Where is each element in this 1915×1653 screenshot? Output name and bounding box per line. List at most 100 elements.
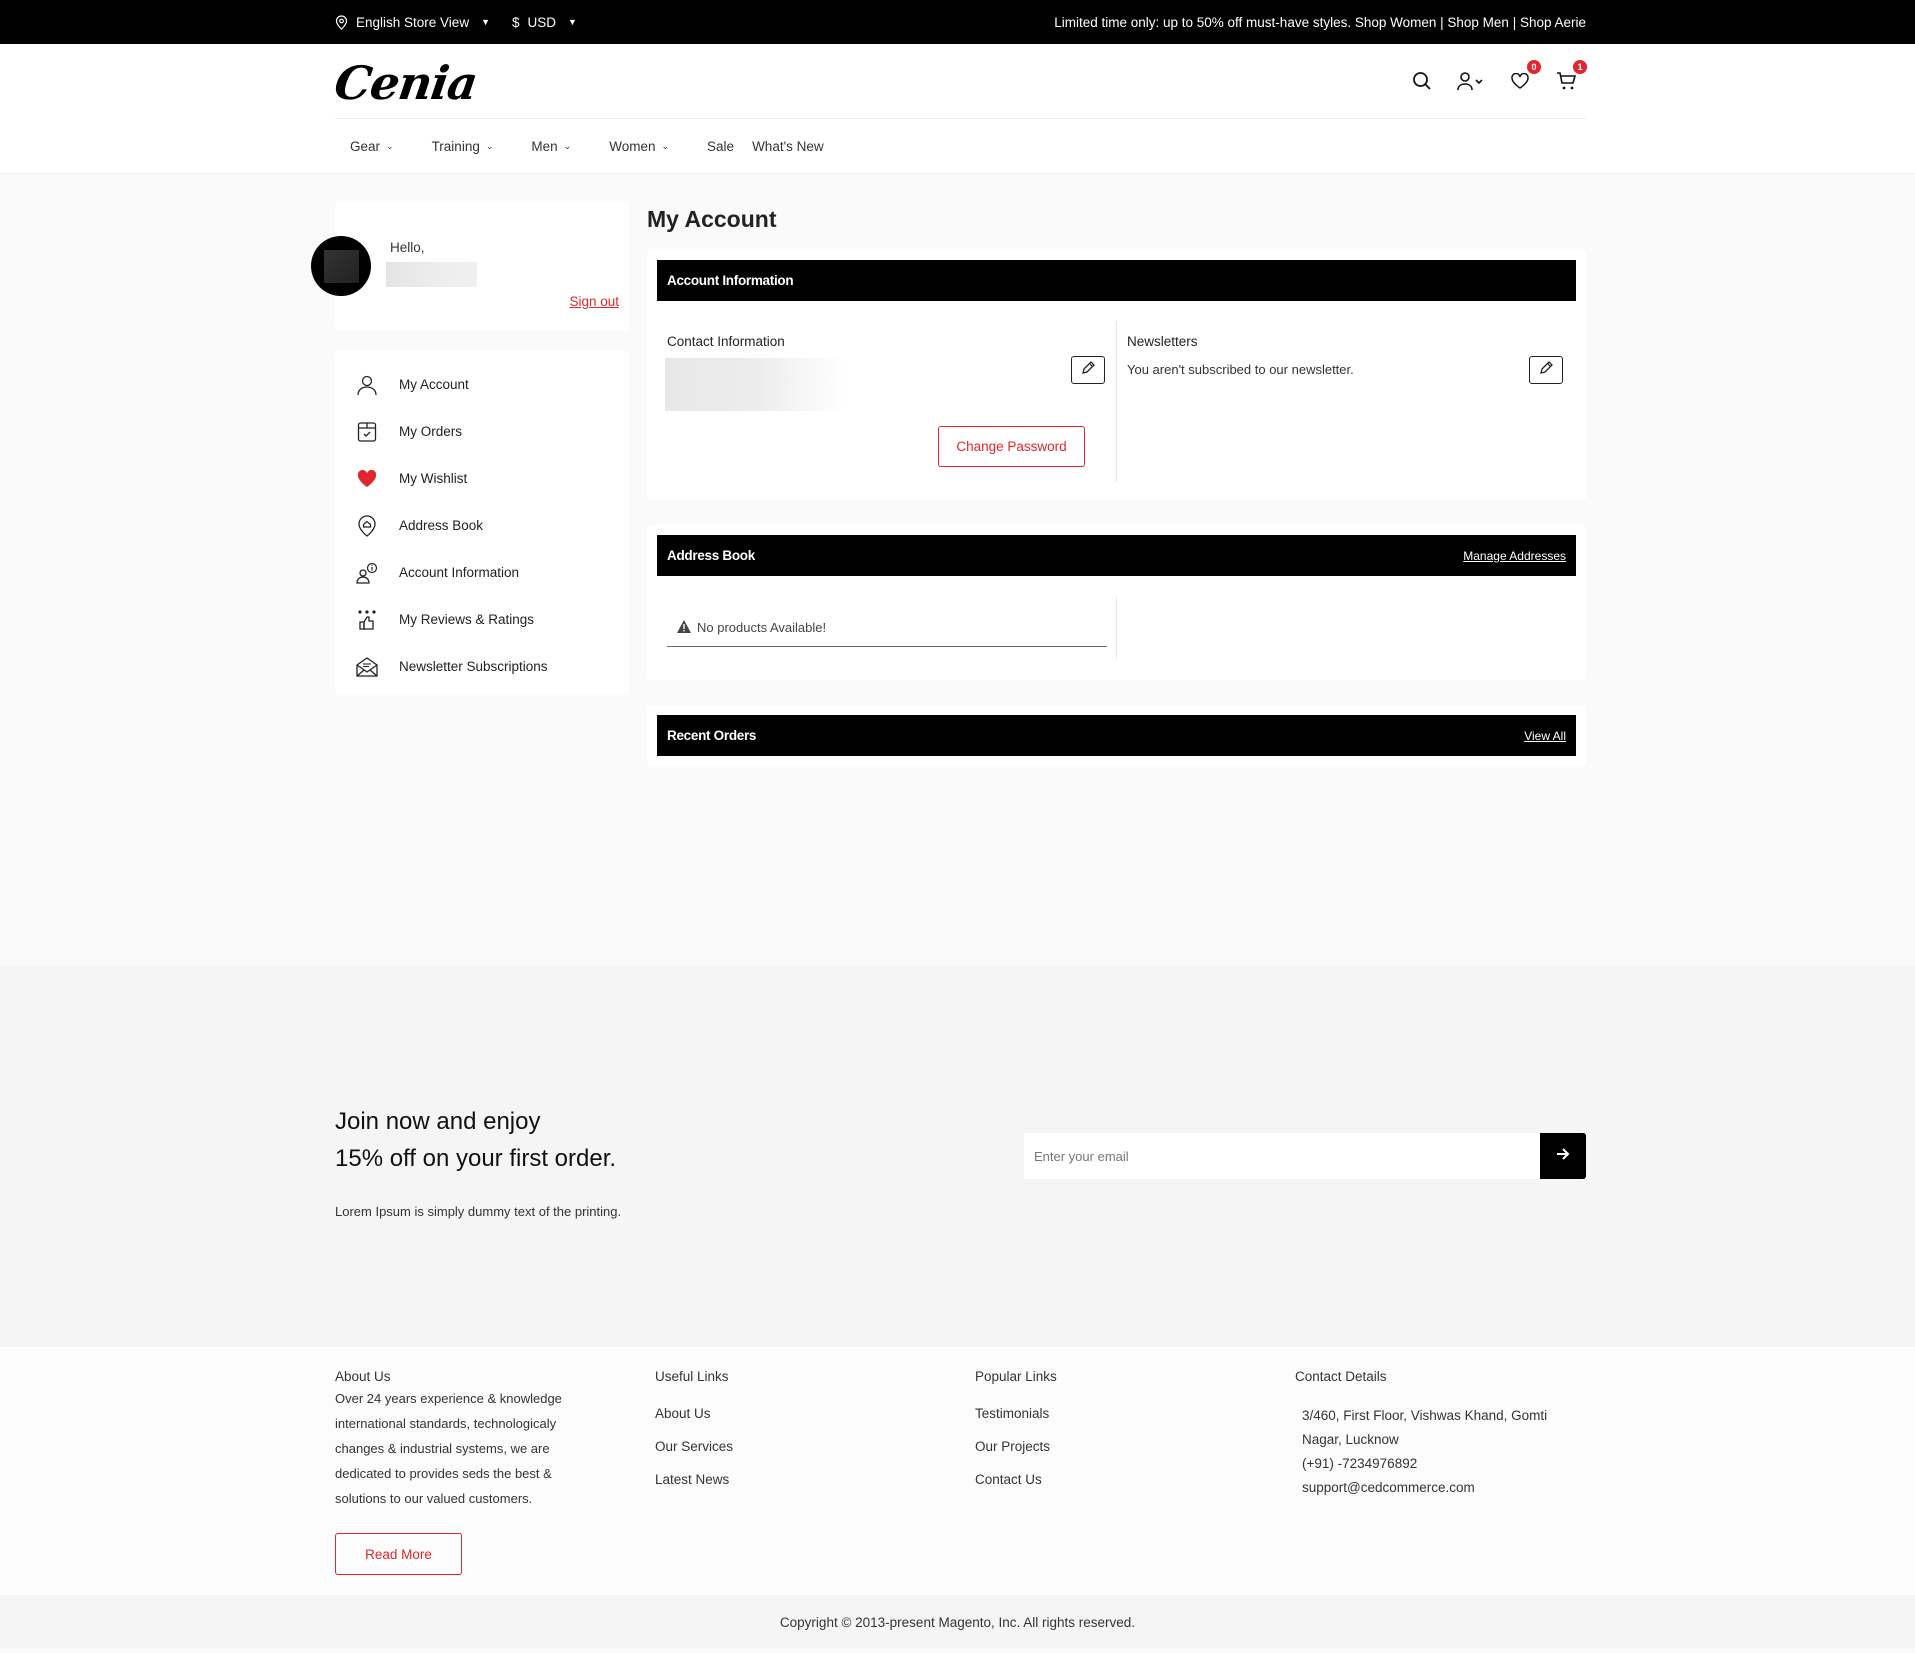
user-name-redacted	[386, 262, 477, 287]
contact-email[interactable]: support@cedcommerce.com	[1302, 1476, 1555, 1500]
nav-item-sale[interactable]: Sale	[707, 139, 734, 154]
contact-details-redacted	[665, 358, 845, 411]
cart-count-badge: 1	[1573, 60, 1587, 74]
nav-item-training[interactable]: Training ⌄	[432, 139, 494, 154]
sidebar-item-my-account[interactable]: My Account	[335, 361, 629, 408]
footer-popular-links: Popular Links Testimonials Our Projects …	[975, 1369, 1057, 1505]
nav-item-men[interactable]: Men ⌄	[531, 139, 571, 154]
store-view-label: English Store View	[356, 14, 470, 30]
sidebar-item-label: My Account	[399, 377, 469, 392]
newsletter-section: Join now and enjoy 15% off on your first…	[0, 966, 1915, 1347]
greeting: Hello,	[390, 240, 425, 255]
newsletter-title-line: Join now and enjoy	[335, 1108, 541, 1135]
footer-heading: Popular Links	[975, 1369, 1057, 1384]
address-book-card: Address Book Manage Addresses No product…	[647, 525, 1586, 680]
promo-text[interactable]: Limited time only: up to 50% off must-ha…	[1054, 15, 1586, 30]
about-text: Over 24 years experience & knowledge int…	[335, 1391, 562, 1506]
account-dashboard: My Account Account Information Contact I…	[647, 174, 1586, 766]
chevron-down-icon: ▼	[481, 17, 490, 27]
sidebar-item-newsletter[interactable]: Newsletter Subscriptions	[335, 643, 629, 690]
nav-label: Women	[609, 138, 656, 154]
page-title: My Account	[647, 206, 777, 232]
newsletter-status-text: You aren't subscribed to our newsletter.	[1127, 362, 1354, 377]
nav-item-gear[interactable]: Gear ⌄	[350, 139, 394, 154]
address-block: No products Available!	[657, 597, 1117, 659]
footer-contact: Contact Details 3/460, First Floor, Vish…	[1295, 1369, 1555, 1500]
footer-useful-links: Useful Links About Us Our Services Lates…	[655, 1369, 733, 1505]
empty-message-text: No products Available!	[697, 620, 827, 635]
footer-heading: Contact Details	[1295, 1369, 1387, 1384]
footer-link-latest-news[interactable]: Latest News	[655, 1472, 733, 1505]
logo[interactable]: Cenia	[331, 56, 480, 110]
newsletter-title: Join now and enjoy 15% off on your first…	[335, 1103, 616, 1177]
sign-out-link[interactable]: Sign out	[569, 294, 619, 309]
envelope-icon	[353, 655, 381, 679]
location-pin-icon	[353, 514, 381, 538]
edit-newsletter-button[interactable]	[1529, 356, 1563, 384]
sidebar-item-label: Address Book	[399, 518, 484, 533]
chevron-down-icon: ⌄	[485, 140, 494, 151]
chevron-down-icon: ⌄	[386, 140, 394, 151]
chevron-down-icon: ▼	[568, 17, 577, 27]
wishlist-icon[interactable]: 0	[1508, 60, 1541, 93]
search-icon[interactable]	[1410, 69, 1434, 93]
sidebar-item-my-reviews[interactable]: My Reviews & Ratings	[335, 596, 629, 643]
address-book-header: Address Book Manage Addresses	[657, 535, 1576, 576]
recent-orders-header: Recent Orders View All	[657, 715, 1576, 756]
currency-label: USD	[527, 14, 557, 30]
user-card: Hello, Sign out	[311, 202, 629, 330]
top-bar: English Store View ▼ $ USD ▼ Limited tim…	[0, 0, 1915, 44]
chevron-down-icon: ⌄	[661, 140, 670, 151]
sidebar-item-label: My Reviews & Ratings	[399, 612, 535, 627]
footer-link-our-services[interactable]: Our Services	[655, 1439, 733, 1472]
newsletter-submit-button[interactable]	[1540, 1133, 1586, 1179]
newsletter-email-input[interactable]	[1024, 1133, 1540, 1179]
arrow-right-icon	[1556, 1147, 1570, 1166]
nav-item-women[interactable]: Women ⌄	[609, 139, 669, 154]
site-header: Cenia 0 1 Gear ⌄ Training ⌄ Men ⌄ Women …	[0, 44, 1915, 174]
footer-link-about-us[interactable]: About Us	[655, 1406, 733, 1439]
dollar-icon: $	[511, 14, 520, 30]
nav-label: Men	[531, 138, 558, 154]
heart-icon	[353, 467, 381, 491]
footer-link-testimonials[interactable]: Testimonials	[975, 1406, 1057, 1439]
user-info-icon	[353, 561, 381, 585]
nav-label: What's New	[752, 138, 824, 154]
user-icon	[353, 373, 381, 397]
account-sidebar-nav: My Account My Orders My Wishlist Address…	[335, 351, 629, 694]
edit-contact-button[interactable]	[1071, 356, 1105, 384]
contact-phone[interactable]: (+91) -7234976892	[1302, 1452, 1555, 1476]
manage-addresses-link[interactable]: Manage Addresses	[1463, 549, 1566, 563]
change-password-button[interactable]: Change Password	[938, 426, 1085, 467]
nav-item-whats-new[interactable]: What's New	[752, 139, 824, 154]
nav-label: Gear	[350, 138, 381, 154]
chevron-down-icon: ⌄	[563, 140, 572, 151]
newsletters-title: Newsletters	[1127, 334, 1198, 349]
nav-label: Sale	[707, 138, 735, 154]
cart-icon[interactable]: 1	[1554, 60, 1587, 93]
address-block-secondary	[1117, 597, 1576, 659]
read-more-button[interactable]: Read More	[335, 1533, 462, 1575]
section-title: Address Book	[667, 548, 755, 563]
account-information-card: Account Information Contact Information …	[647, 250, 1586, 500]
footer-heading: Useful Links	[655, 1369, 729, 1384]
sidebar-item-label: My Orders	[399, 424, 463, 439]
location-pin-icon	[335, 14, 348, 30]
sidebar-item-label: My Wishlist	[399, 471, 468, 486]
sidebar-item-my-wishlist[interactable]: My Wishlist	[335, 455, 629, 502]
newsletter-form	[1024, 1133, 1586, 1179]
contact-information-block: Contact Information Change Password	[657, 322, 1117, 482]
store-view-switcher[interactable]: English Store View ▼	[335, 15, 490, 30]
sidebar-item-account-information[interactable]: Account Information	[335, 549, 629, 596]
sidebar-item-label: Account Information	[399, 565, 520, 580]
currency-switcher[interactable]: $ USD ▼	[512, 15, 577, 30]
main-content: Hello, Sign out My Account My Orders My …	[0, 174, 1915, 966]
contact-address: 3/460, First Floor, Vishwas Khand, Gomti…	[1302, 1408, 1548, 1447]
footer-link-contact-us[interactable]: Contact Us	[975, 1472, 1057, 1505]
sidebar-item-my-orders[interactable]: My Orders	[335, 408, 629, 455]
account-icon[interactable]	[1456, 69, 1486, 93]
sidebar-item-address-book[interactable]: Address Book	[335, 502, 629, 549]
footer-link-our-projects[interactable]: Our Projects	[975, 1439, 1057, 1472]
wishlist-count-badge: 0	[1527, 60, 1541, 74]
view-all-orders-link[interactable]: View All	[1524, 729, 1566, 743]
